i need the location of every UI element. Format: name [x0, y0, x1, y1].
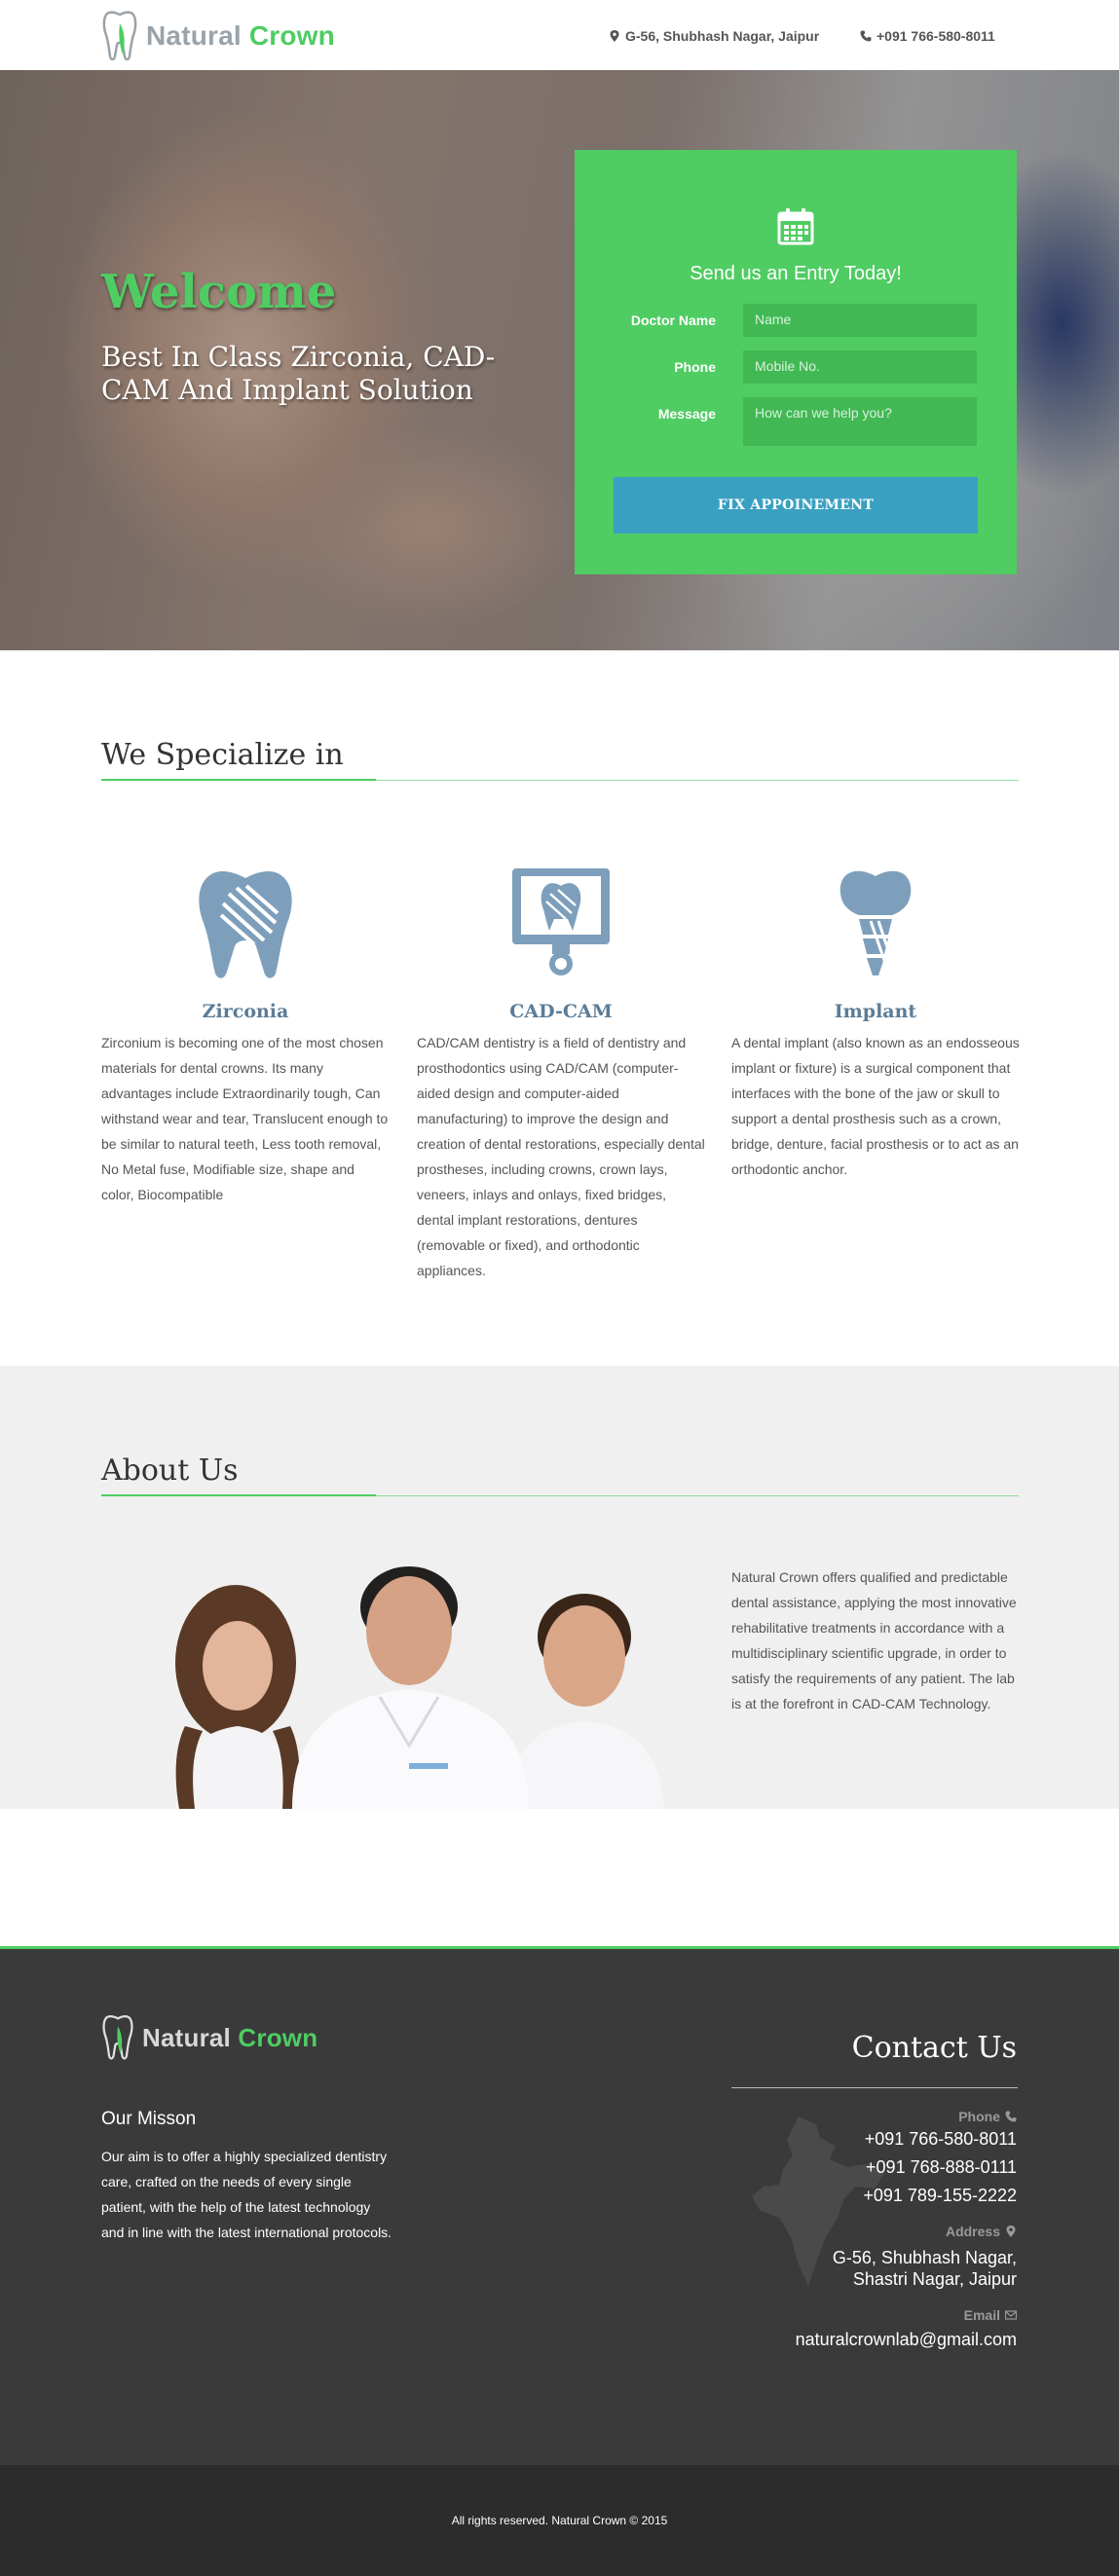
spec-zirconia-text: Zirconium is becoming one of the most ch… [101, 1035, 389, 1202]
doctor-name-row: Doctor Name Name [575, 304, 1017, 337]
contact-phone-label: Phone [958, 2109, 1017, 2124]
mission-text: Our aim is to offer a highly specialized… [101, 2149, 392, 2240]
appointment-form: Send us an Entry Today! Doctor Name Name… [575, 150, 1017, 574]
contact-email[interactable]: naturalcrownlab@gmail.com [796, 2329, 1017, 2350]
copyright-bar: All rights reserved. Natural Crown © 201… [0, 2465, 1119, 2576]
phone-icon [1005, 2111, 1017, 2122]
doctor-name-input[interactable]: Name [743, 304, 977, 337]
contact-address-line-2: Shastri Nagar, Jaipur [852, 2269, 1017, 2289]
fix-appointment-button[interactable]: FIX APPOINEMENT [614, 477, 978, 534]
footer-logo[interactable]: Natural Crown [101, 2013, 317, 2062]
spec-implant-title: Implant [834, 1001, 917, 1022]
team-photo [175, 1566, 664, 1809]
top-phone[interactable]: +091 766-580-8011 [860, 28, 995, 44]
hero-welcome: Welcome [101, 265, 337, 319]
contact-divider [731, 2087, 1018, 2088]
monitor-tooth-icon [512, 868, 610, 975]
top-address: G-56, Shubhash Nagar, Jaipur [609, 28, 819, 44]
spec-zirconia-title: Zirconia [202, 1001, 289, 1022]
map-marker-icon [1006, 2226, 1016, 2237]
about-section: About Us Natural Crown offers qualified … [0, 1366, 1119, 1809]
about-accent [101, 1494, 376, 1496]
phone-label: Phone [674, 359, 716, 375]
spec-cadcam-text: CAD/CAM dentistry is a field of dentistr… [417, 1035, 705, 1278]
contact-email-label: Email [964, 2307, 1017, 2323]
about-text: Natural Crown offers qualified and predi… [731, 1569, 1017, 1711]
tooth-icon [199, 871, 292, 978]
spec-implant-text: A dental implant (also known as an endos… [731, 1035, 1020, 1177]
message-row: Message How can we help you? [575, 397, 1017, 446]
contact-address-label-text: Address [945, 2224, 1000, 2239]
footer-logo-text: Natural Crown [142, 2023, 317, 2053]
map-marker-icon [610, 30, 619, 42]
top-address-text: G-56, Shubhash Nagar, Jaipur [625, 28, 820, 44]
tooth-logo-icon [102, 2014, 133, 2060]
calendar-icon [777, 208, 814, 245]
logo-word-1: Natural [146, 20, 242, 51]
doctor-name-label: Doctor Name [630, 313, 716, 328]
site-logo[interactable]: Natural Crown [101, 10, 335, 62]
spacer [0, 1809, 1119, 1946]
spec-implant: Implant A dental implant (also known as … [731, 865, 1020, 1182]
specialize-title: We Specialize in [101, 738, 344, 772]
contact-phone-1[interactable]: +091 766-580-8011 [865, 2128, 1017, 2150]
spec-cadcam: CAD-CAM CAD/CAM dentistry is a field of … [417, 865, 705, 1283]
contact-phone-2[interactable]: +091 768-888-0111 [866, 2156, 1017, 2178]
logo-text: Natural Crown [146, 20, 335, 52]
contact-email-label-text: Email [963, 2307, 1000, 2323]
phone-input[interactable]: Mobile No. [743, 350, 977, 384]
phone-icon [860, 30, 872, 42]
top-navbar: Natural Crown G-56, Shubhash Nagar, Jaip… [0, 0, 1119, 70]
logo-word-2: Crown [248, 20, 335, 51]
contact-phone-3[interactable]: +091 789-155-2222 [863, 2185, 1017, 2206]
mission-title: Our Misson [101, 2109, 197, 2129]
footer-logo-word-2: Crown [238, 2022, 318, 2052]
phone-row: Phone Mobile No. [575, 350, 1017, 384]
hero-banner: Welcome Best In Class Zirconia, CAD-CAM … [0, 70, 1119, 650]
hero-subtitle: Best In Class Zirconia, CAD-CAM And Impl… [101, 341, 496, 406]
implant-icon [839, 870, 912, 975]
top-phone-text: +091 766-580-8011 [877, 28, 995, 44]
footer: Natural Crown Our Misson Our aim is to o… [0, 1946, 1119, 2465]
contact-address-line-1: G-56, Shubhash Nagar, [832, 2248, 1017, 2267]
message-textarea[interactable]: How can we help you? [743, 397, 977, 446]
tooth-logo-icon [102, 11, 137, 61]
contact-title: Contact Us [851, 2031, 1017, 2065]
contact-phone-label-text: Phone [958, 2109, 1000, 2124]
copyright-text: All rights reserved. Natural Crown © 201… [451, 2514, 668, 2527]
contact-address-label: Address [946, 2224, 1017, 2239]
envelope-icon [1005, 2310, 1017, 2320]
spec-zirconia: Zirconia Zirconium is becoming one of th… [101, 865, 390, 1207]
form-title: Send us an Entry Today! [690, 263, 902, 284]
spec-cadcam-title: CAD-CAM [509, 1001, 613, 1022]
title-accent [101, 779, 376, 781]
footer-logo-word-1: Natural [142, 2022, 231, 2052]
message-label: Message [657, 406, 716, 422]
about-title: About Us [101, 1454, 239, 1488]
specialize-section: We Specialize in Zirconia Zirconium is b… [0, 650, 1119, 1366]
